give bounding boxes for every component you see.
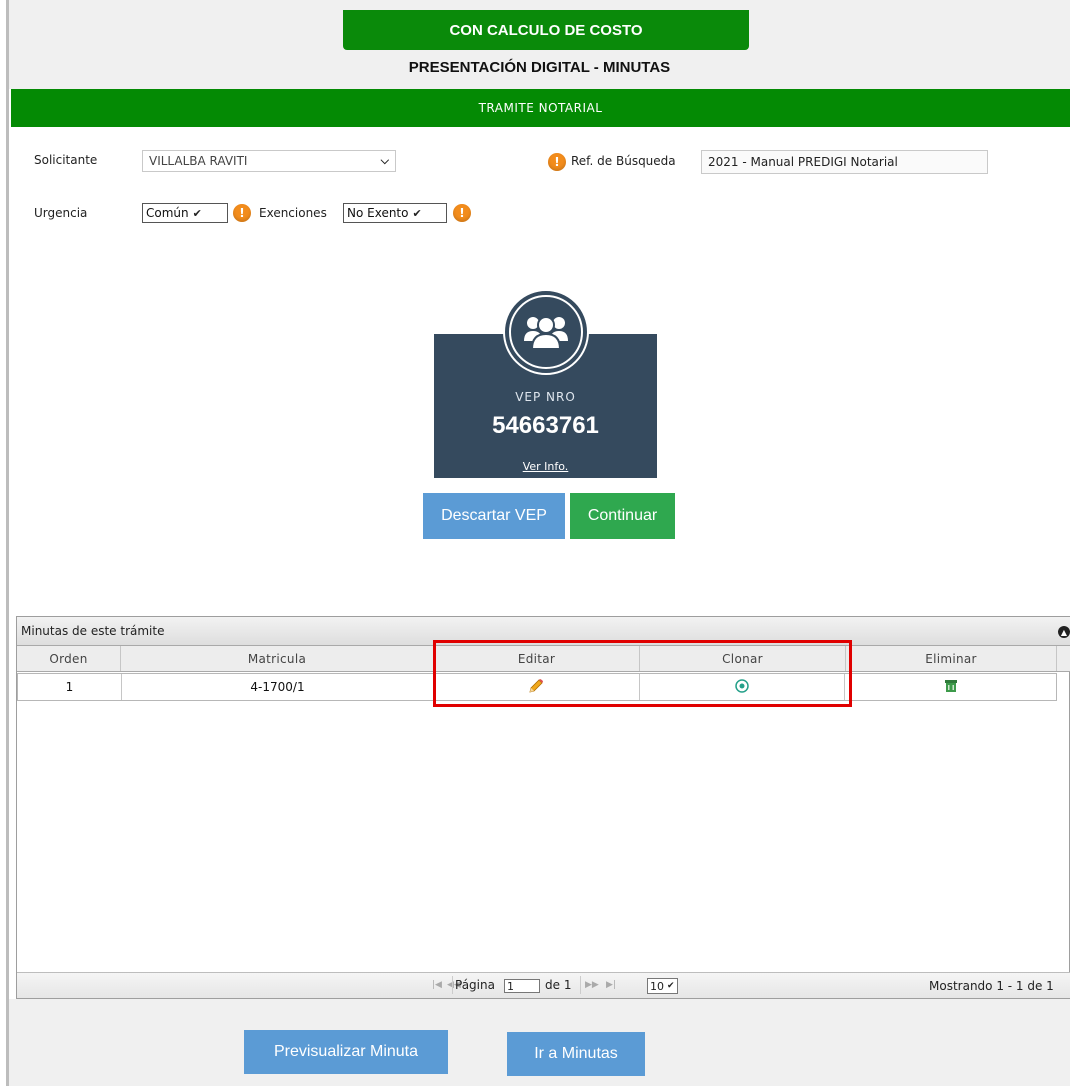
grid-pager: |◀ ◀◀ Página 1 de 1 ▶▶ ▶| 10 ✔ Mostrando… [17, 972, 1070, 998]
section-title: TRAMITE NOTARIAL [478, 101, 603, 115]
pager-divider [452, 976, 453, 994]
solicitante-value: VILLALBA RAVITI [149, 154, 248, 168]
ref-busqueda-label: Ref. de Búsqueda [571, 154, 676, 168]
page-label: Página [455, 978, 495, 992]
grid-caption: Minutas de este trámite [17, 617, 1070, 646]
column-header-orden[interactable]: Orden [17, 646, 121, 671]
pencil-icon[interactable] [528, 678, 544, 697]
urgencia-label: Urgencia [34, 206, 88, 220]
urgencia-select[interactable]: Común ✔ [142, 203, 228, 223]
con-calculo-button[interactable]: CON CALCULO DE COSTO [343, 10, 749, 50]
clone-icon[interactable] [734, 678, 750, 697]
cell-editar [434, 674, 640, 700]
warning-icon[interactable]: ! [233, 204, 251, 222]
ref-busqueda-input[interactable]: 2021 - Manual PREDIGI Notarial [701, 150, 988, 174]
trash-icon[interactable] [943, 678, 959, 697]
section-title-bar: TRAMITE NOTARIAL [11, 89, 1070, 127]
vep-label: VEP NRO [515, 390, 576, 404]
vep-avatar [503, 289, 589, 375]
exenciones-value: No Exento [347, 206, 409, 220]
grid-header: Orden Matricula Editar Clonar Eliminar [17, 646, 1070, 672]
warning-icon[interactable]: ! [453, 204, 471, 222]
next-page-icon[interactable]: ▶▶ [585, 980, 599, 990]
pager-divider [580, 976, 581, 994]
page-number-input[interactable]: 1 [504, 979, 540, 993]
solicitante-label: Solicitante [34, 153, 98, 167]
ref-busqueda-value: 2021 - Manual PREDIGI Notarial [708, 155, 898, 169]
column-header-matricula[interactable]: Matricula [121, 646, 434, 671]
pager-summary: Mostrando 1 - 1 de 1 [929, 979, 1054, 993]
previsualizar-minuta-button[interactable]: Previsualizar Minuta [244, 1030, 448, 1074]
chevron-down-icon: ✔ [412, 206, 422, 220]
column-header-clonar[interactable]: Clonar [640, 646, 846, 671]
continuar-button[interactable]: Continuar [570, 493, 675, 539]
chevron-down-icon: ✔ [667, 981, 675, 991]
warning-icon[interactable]: ! [548, 153, 566, 171]
grid-caption-text: Minutas de este trámite [21, 624, 165, 638]
page-of-label: de 1 [545, 978, 572, 992]
exenciones-label: Exenciones [259, 206, 327, 220]
column-header-eliminar[interactable]: Eliminar [846, 646, 1057, 671]
left-border [6, 0, 9, 1086]
ir-a-minutas-button[interactable]: Ir a Minutas [507, 1032, 645, 1076]
cell-orden: 1 [18, 674, 122, 700]
solicitante-select[interactable]: VILLALBA RAVITI ⌵ [142, 150, 396, 172]
cell-eliminar [845, 674, 1056, 700]
urgencia-value: Común [146, 206, 189, 220]
table-row[interactable]: 1 4-1700/1 [17, 673, 1057, 701]
users-icon [509, 295, 583, 369]
page-subtitle: PRESENTACIÓN DIGITAL - MINUTAS [408, 59, 671, 76]
chevron-down-icon: ✔ [192, 206, 202, 220]
ver-info-link[interactable]: Ver Info. [434, 460, 657, 473]
page-size-select[interactable]: 10 ✔ [647, 978, 678, 994]
first-page-icon[interactable]: |◀ [432, 980, 442, 990]
vep-number: 54663761 [492, 412, 599, 439]
column-header-editar[interactable]: Editar [434, 646, 640, 671]
descartar-vep-button[interactable]: Descartar VEP [423, 493, 565, 539]
chevron-down-icon: ⌵ [380, 154, 389, 167]
cell-clonar [640, 674, 846, 700]
collapse-icon[interactable]: ▲ [1058, 626, 1070, 638]
last-page-icon[interactable]: ▶| [606, 980, 616, 990]
cell-matricula: 4-1700/1 [122, 674, 435, 700]
page-size-value: 10 [650, 979, 664, 993]
column-header-spacer [1057, 646, 1070, 671]
exenciones-select[interactable]: No Exento ✔ [343, 203, 447, 223]
page-number-value: 1 [507, 979, 514, 993]
